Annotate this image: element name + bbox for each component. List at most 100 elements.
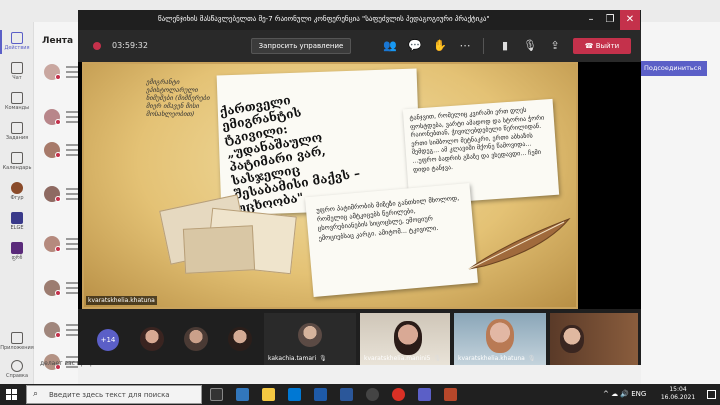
slide-quote-text: ტანჯვით, რომელიც კვირაში ერთ დღეს ფოსტდე… bbox=[409, 106, 545, 174]
rail-item-label: ფრჩ bbox=[11, 255, 23, 261]
rail-item-calendar[interactable]: Календарь bbox=[0, 148, 34, 178]
taskbar-search-placeholder: Введите здесь текст для поиска bbox=[49, 391, 170, 399]
teams-right-panel bbox=[641, 22, 720, 384]
meeting-timer: 03:59:32 bbox=[112, 41, 148, 50]
app-icon bbox=[11, 242, 23, 254]
camera-icon[interactable]: ▮ bbox=[498, 39, 512, 53]
feed-item[interactable] bbox=[44, 140, 78, 168]
avatar bbox=[298, 323, 322, 347]
rail-item-teams[interactable]: Команды bbox=[0, 88, 34, 118]
bell-icon bbox=[11, 32, 23, 44]
rail-item-label: Фгур bbox=[10, 195, 24, 201]
rail-item-app-3[interactable]: ფრჩ bbox=[0, 238, 34, 268]
teams-taskbar-icon[interactable] bbox=[418, 388, 431, 401]
participant-tile[interactable] bbox=[550, 313, 638, 365]
powerpoint-icon[interactable] bbox=[444, 388, 457, 401]
reactions-icon[interactable]: ✋ bbox=[433, 39, 447, 53]
microphone-icon: 🎙 bbox=[527, 355, 536, 362]
minimize-icon[interactable]: – bbox=[581, 10, 601, 30]
participant-tile[interactable]: kakachia.tamari 🎙 bbox=[264, 313, 356, 365]
chat-icon bbox=[11, 62, 23, 74]
camera-app-icon[interactable] bbox=[366, 388, 379, 401]
envelopes-image bbox=[154, 182, 314, 282]
participant-tile[interactable]: kvaratskhelia.khatuna 🎙 bbox=[454, 313, 546, 365]
microphone-off-icon[interactable]: 🎙 bbox=[523, 39, 537, 53]
notification-dot bbox=[55, 196, 61, 202]
avatar bbox=[486, 319, 514, 353]
feed-title: Лента bbox=[42, 36, 74, 46]
app-icon bbox=[11, 182, 23, 194]
rail-item-activity[interactable]: Действия bbox=[0, 28, 34, 58]
edge-icon[interactable] bbox=[236, 388, 249, 401]
meeting-title-bar: წალენჯიხის მასწავლებელთა მე-7 რაიონული კ… bbox=[78, 10, 641, 30]
avatar[interactable] bbox=[184, 327, 208, 351]
search-icon: ⌕ bbox=[33, 389, 39, 399]
rail-item-assignments[interactable]: Задания bbox=[0, 118, 34, 148]
rail-item-chat[interactable]: Чат bbox=[0, 58, 34, 88]
rail-item-apps[interactable]: Приложения bbox=[0, 328, 34, 358]
rail-item-label: Чат bbox=[12, 75, 22, 81]
notification-dot bbox=[55, 119, 61, 125]
rail-item-label: Справка bbox=[5, 373, 29, 379]
system-tray[interactable]: ^ ☁ 🔊 ENG bbox=[603, 390, 646, 398]
feed-item[interactable] bbox=[44, 234, 78, 262]
participant-strip: +14 kakachia.tamari 🎙 kvaratskhelia.manin… bbox=[78, 313, 641, 365]
notification-dot bbox=[55, 290, 61, 296]
quill-feather-image bbox=[468, 217, 571, 270]
presentation-slide: ემიგრანტი ეპისტოლარული ნიმუშები (მიმწერე… bbox=[82, 62, 578, 309]
notification-dot bbox=[55, 74, 61, 80]
more-participants-button[interactable]: +14 bbox=[97, 329, 119, 351]
windows-taskbar: ⌕ Введите здесь текст для поиска ^ ☁ 🔊 E… bbox=[0, 384, 720, 405]
notification-dot bbox=[55, 332, 61, 338]
notifications-icon[interactable] bbox=[707, 390, 716, 399]
system-clock[interactable]: 15:04 16.06.2021 bbox=[653, 386, 703, 402]
store-icon[interactable] bbox=[288, 388, 301, 401]
leave-button[interactable]: ☎ Выйти bbox=[573, 38, 631, 54]
share-screen-icon[interactable]: ⇪ bbox=[548, 39, 562, 53]
mail-icon[interactable] bbox=[314, 388, 327, 401]
assignments-icon bbox=[11, 122, 23, 134]
participant-tile[interactable]: kvaratskhelia.manini5 🎙 bbox=[360, 313, 450, 365]
task-view-icon[interactable] bbox=[210, 388, 223, 401]
teams-app-rail: Действия Чат Команды Задания Календарь Ф… bbox=[0, 22, 34, 384]
more-options-icon[interactable]: ⋯ bbox=[458, 39, 472, 53]
meeting-window: წალენჯიხის მასწავლებელთა მე-7 რაიონული კ… bbox=[78, 10, 641, 365]
slide-note-card: უფრო პატიმრობის მიზეზი განთხილ მხოლოდ, რ… bbox=[304, 182, 479, 298]
chat-icon[interactable]: 💬 bbox=[408, 39, 422, 53]
taskbar-search-input[interactable]: ⌕ Введите здесь текст для поиска bbox=[26, 385, 202, 404]
recording-icon bbox=[93, 42, 101, 50]
avatar bbox=[394, 321, 422, 355]
avatar[interactable] bbox=[140, 327, 164, 351]
file-explorer-icon[interactable] bbox=[262, 388, 275, 401]
feed-item[interactable] bbox=[44, 62, 78, 90]
feed-item[interactable] bbox=[44, 184, 78, 212]
rail-item-help[interactable]: Справка bbox=[0, 356, 34, 386]
clock-time: 15:04 bbox=[669, 386, 687, 393]
rail-item-label: ELGE bbox=[10, 225, 24, 231]
notification-dot bbox=[55, 152, 61, 158]
feed-item[interactable] bbox=[44, 278, 78, 306]
calendar-icon bbox=[11, 152, 23, 164]
maximize-icon[interactable]: ❐ bbox=[600, 10, 620, 30]
meeting-title: წალენჯიხის მასწავლებელთა მე-7 რაიონული კ… bbox=[158, 15, 490, 23]
participant-name: kvaratskhelia.manini5 🎙 bbox=[364, 355, 442, 362]
participants-icon[interactable]: 👥 bbox=[383, 39, 397, 53]
presenter-name-tag: kvaratskhelia.khatuna bbox=[86, 296, 157, 305]
join-button[interactable]: Подсоединиться bbox=[641, 61, 707, 76]
rail-item-app-1[interactable]: Фгур bbox=[0, 178, 34, 208]
toolbar-divider bbox=[483, 38, 484, 54]
microphone-icon: 🎙 bbox=[433, 355, 442, 362]
request-control-button[interactable]: Запросить управление bbox=[251, 38, 351, 54]
opera-icon[interactable] bbox=[392, 388, 405, 401]
windows-start-icon[interactable] bbox=[6, 389, 17, 400]
feed-item[interactable] bbox=[44, 320, 78, 348]
feed-item[interactable] bbox=[44, 107, 78, 135]
close-icon[interactable]: ✕ bbox=[620, 10, 640, 30]
app-icon bbox=[11, 212, 23, 224]
rail-item-app-2[interactable]: ELGE bbox=[0, 208, 34, 238]
meeting-toolbar: 03:59:32 Запросить управление 👥 💬 ✋ ⋯ ▮ … bbox=[78, 30, 641, 62]
clock-date: 16.06.2021 bbox=[660, 394, 696, 401]
word-icon[interactable] bbox=[340, 388, 353, 401]
notification-dot bbox=[55, 246, 61, 252]
avatar[interactable] bbox=[228, 327, 252, 351]
